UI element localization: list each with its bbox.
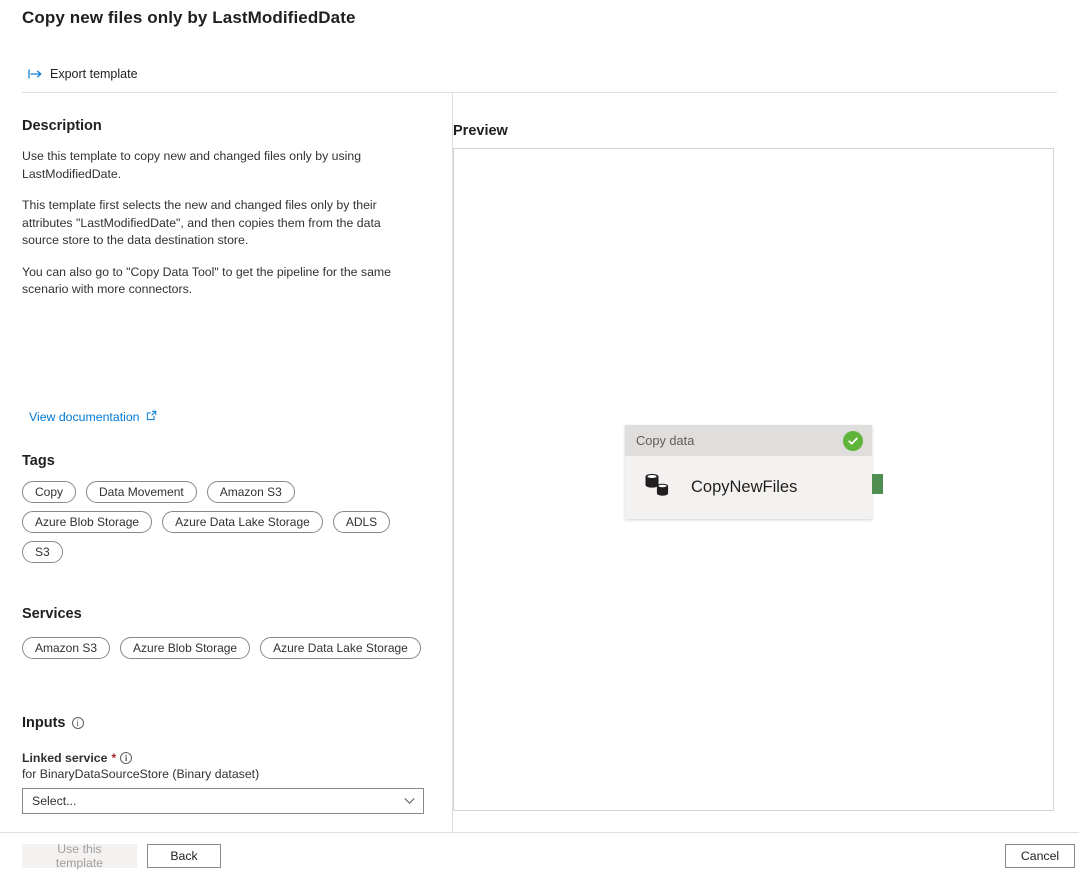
required-marker: * [111, 751, 116, 765]
pipeline-activity-node[interactable]: Copy data [625, 425, 872, 519]
linked-service-field-source: Linked service * i for BinaryDataSourceS… [22, 751, 424, 814]
field-label: Linked service [22, 751, 107, 765]
service-pill: Azure Blob Storage [120, 637, 250, 659]
tags-heading: Tags [22, 453, 55, 469]
tag-pill: Azure Blob Storage [22, 511, 152, 533]
preview-pane: Preview Copy data [453, 93, 1079, 832]
description-paragraph: Use this template to copy new and change… [22, 148, 414, 183]
command-bar: Export template [22, 60, 144, 88]
details-pane: Description Use this template to copy ne… [0, 93, 452, 832]
copy-data-database-icon [643, 470, 673, 505]
use-this-template-button[interactable]: Use this template [22, 844, 137, 868]
tag-pill: Data Movement [86, 481, 197, 503]
node-output-port[interactable] [872, 474, 883, 494]
description-paragraph: You can also go to "Copy Data Tool" to g… [22, 264, 414, 299]
node-header: Copy data [625, 425, 872, 456]
tag-pill: Copy [22, 481, 76, 503]
info-icon[interactable]: i [120, 752, 132, 764]
services-list: Amazon S3 Azure Blob Storage Azure Data … [22, 637, 422, 659]
tags-list: Copy Data Movement Amazon S3 Azure Blob … [22, 481, 422, 563]
inputs-heading-row: Inputs i [22, 715, 84, 731]
back-button[interactable]: Back [147, 844, 221, 868]
export-arrow-icon [28, 68, 43, 80]
view-documentation-link[interactable]: View documentation [29, 410, 157, 424]
export-template-label: Export template [50, 67, 138, 81]
footer-action-bar: Use this template Back Cancel [0, 833, 1079, 877]
preview-canvas[interactable]: Copy data [453, 148, 1054, 811]
node-header-title: Copy data [636, 433, 694, 448]
node-activity-name: CopyNewFiles [691, 478, 797, 497]
tag-pill: Amazon S3 [207, 481, 295, 503]
dropdown-value: Select... [32, 794, 76, 808]
service-pill: Amazon S3 [22, 637, 110, 659]
page-title: Copy new files only by LastModifiedDate [22, 8, 356, 28]
info-icon[interactable]: i [72, 717, 84, 729]
linked-service-source-dropdown[interactable]: Select... [22, 788, 424, 814]
inputs-heading: Inputs [22, 715, 66, 731]
export-template-button[interactable]: Export template [22, 61, 144, 87]
services-heading: Services [22, 606, 82, 622]
description-paragraph: This template first selects the new and … [22, 197, 414, 250]
tag-pill: Azure Data Lake Storage [162, 511, 323, 533]
chevron-down-icon [404, 798, 415, 805]
field-sublabel: for BinaryDataSourceStore (Binary datase… [22, 767, 424, 781]
description-heading: Description [22, 118, 102, 134]
service-pill: Azure Data Lake Storage [260, 637, 421, 659]
view-documentation-label: View documentation [29, 410, 140, 424]
node-body: CopyNewFiles [625, 456, 872, 519]
preview-heading: Preview [453, 123, 508, 139]
success-check-icon [843, 431, 863, 451]
field-label-row: Linked service * i [22, 751, 424, 765]
description-body: Use this template to copy new and change… [22, 148, 414, 299]
tag-pill: ADLS [333, 511, 390, 533]
template-detail-page: Copy new files only by LastModifiedDate … [0, 0, 1079, 877]
cancel-button[interactable]: Cancel [1005, 844, 1075, 868]
tag-pill: S3 [22, 541, 63, 563]
external-link-icon [146, 410, 157, 424]
